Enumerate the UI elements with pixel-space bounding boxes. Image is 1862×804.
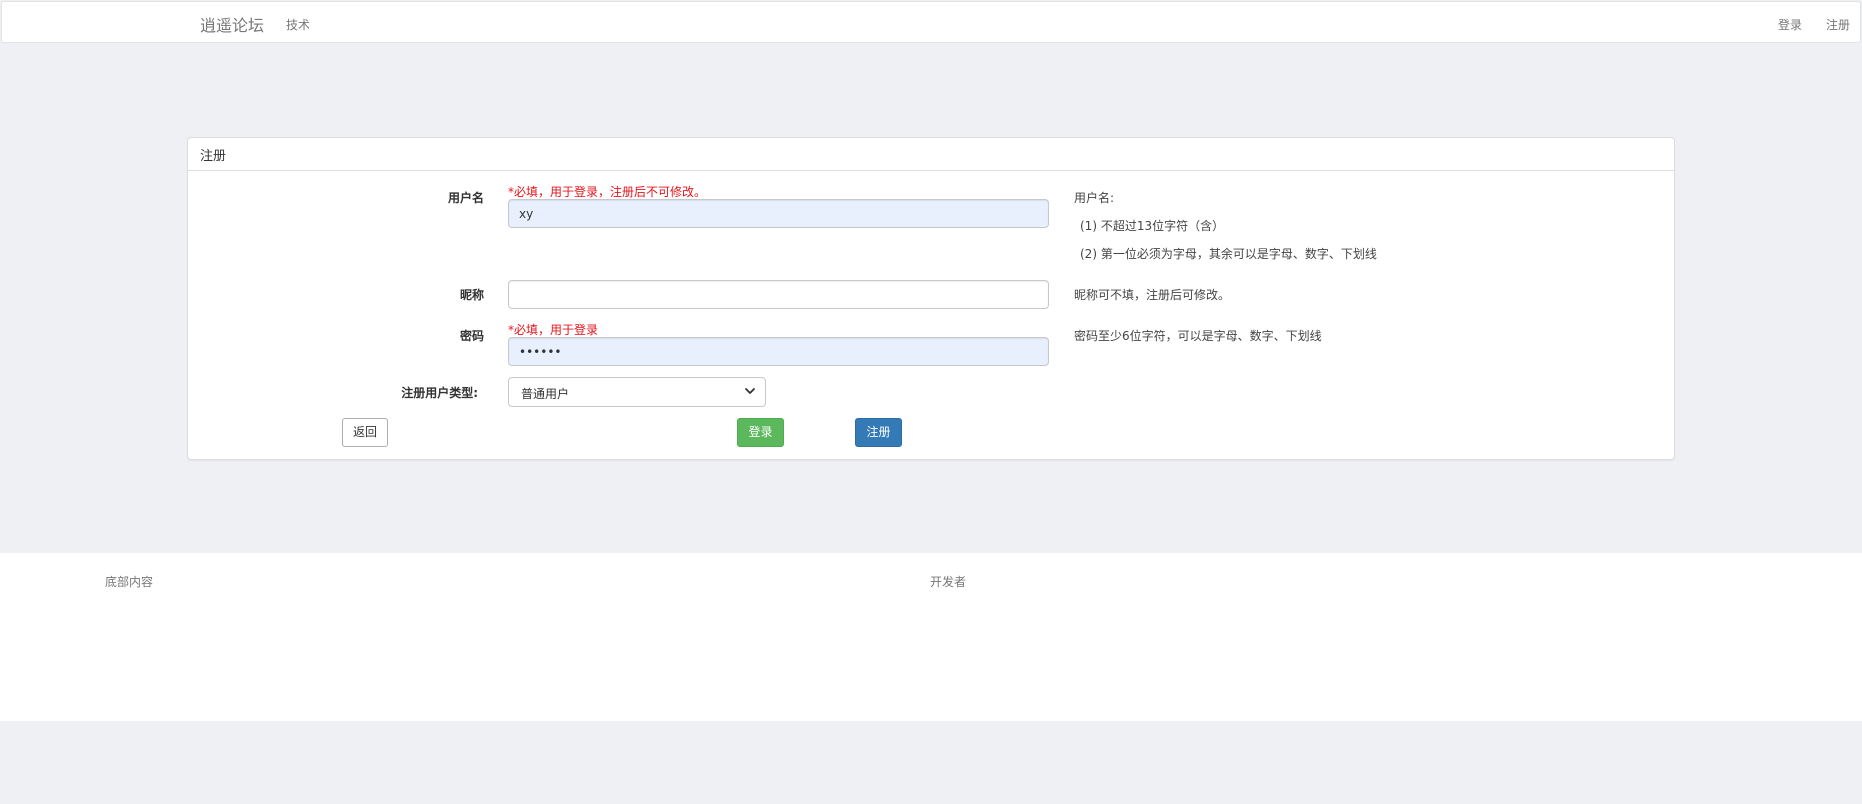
password-required-hint: *必填，用于登录: [508, 323, 599, 337]
brand-logo[interactable]: 逍遥论坛: [200, 12, 264, 36]
username-label: 用户名: [447, 191, 484, 205]
panel-title: 注册: [188, 138, 1674, 171]
username-help-title: 用户名:: [1074, 191, 1115, 205]
username-required-hint: *必填，用于登录，注册后不可修改。: [508, 185, 707, 199]
top-navbar: 逍遥论坛 技术 登录 注册: [1, 1, 1861, 43]
username-help-rule1: (1) 不超过13位字符（含）: [1080, 219, 1225, 233]
username-help-rule2: (2) 第一位必须为字母，其余可以是字母、数字、下划线: [1080, 247, 1377, 261]
footer-content-label: 底部内容: [105, 575, 154, 589]
username-input[interactable]: [508, 199, 1049, 228]
nav-item-tech[interactable]: 技术: [286, 16, 310, 33]
password-help: 密码至少6位字符，可以是字母、数字、下划线: [1074, 329, 1322, 343]
user-type-selected-value: 普通用户: [521, 387, 570, 401]
user-type-select[interactable]: 普通用户: [508, 377, 766, 407]
nav-login-link[interactable]: 登录: [1778, 16, 1802, 33]
nickname-help: 昵称可不填，注册后可修改。: [1074, 288, 1231, 302]
chevron-down-icon: [745, 388, 755, 394]
login-button[interactable]: 登录: [737, 418, 784, 447]
back-button[interactable]: 返回: [342, 418, 388, 447]
password-label: 密码: [459, 329, 484, 343]
nickname-label: 昵称: [459, 288, 484, 302]
nickname-input[interactable]: [508, 280, 1049, 309]
footer-developer-label: 开发者: [930, 575, 967, 589]
footer: 底部内容 开发者: [0, 553, 1862, 721]
password-input[interactable]: [508, 337, 1049, 366]
user-type-label: 注册用户类型:: [401, 386, 478, 400]
nav-register-link[interactable]: 注册: [1826, 16, 1850, 33]
register-button[interactable]: 注册: [855, 418, 902, 447]
